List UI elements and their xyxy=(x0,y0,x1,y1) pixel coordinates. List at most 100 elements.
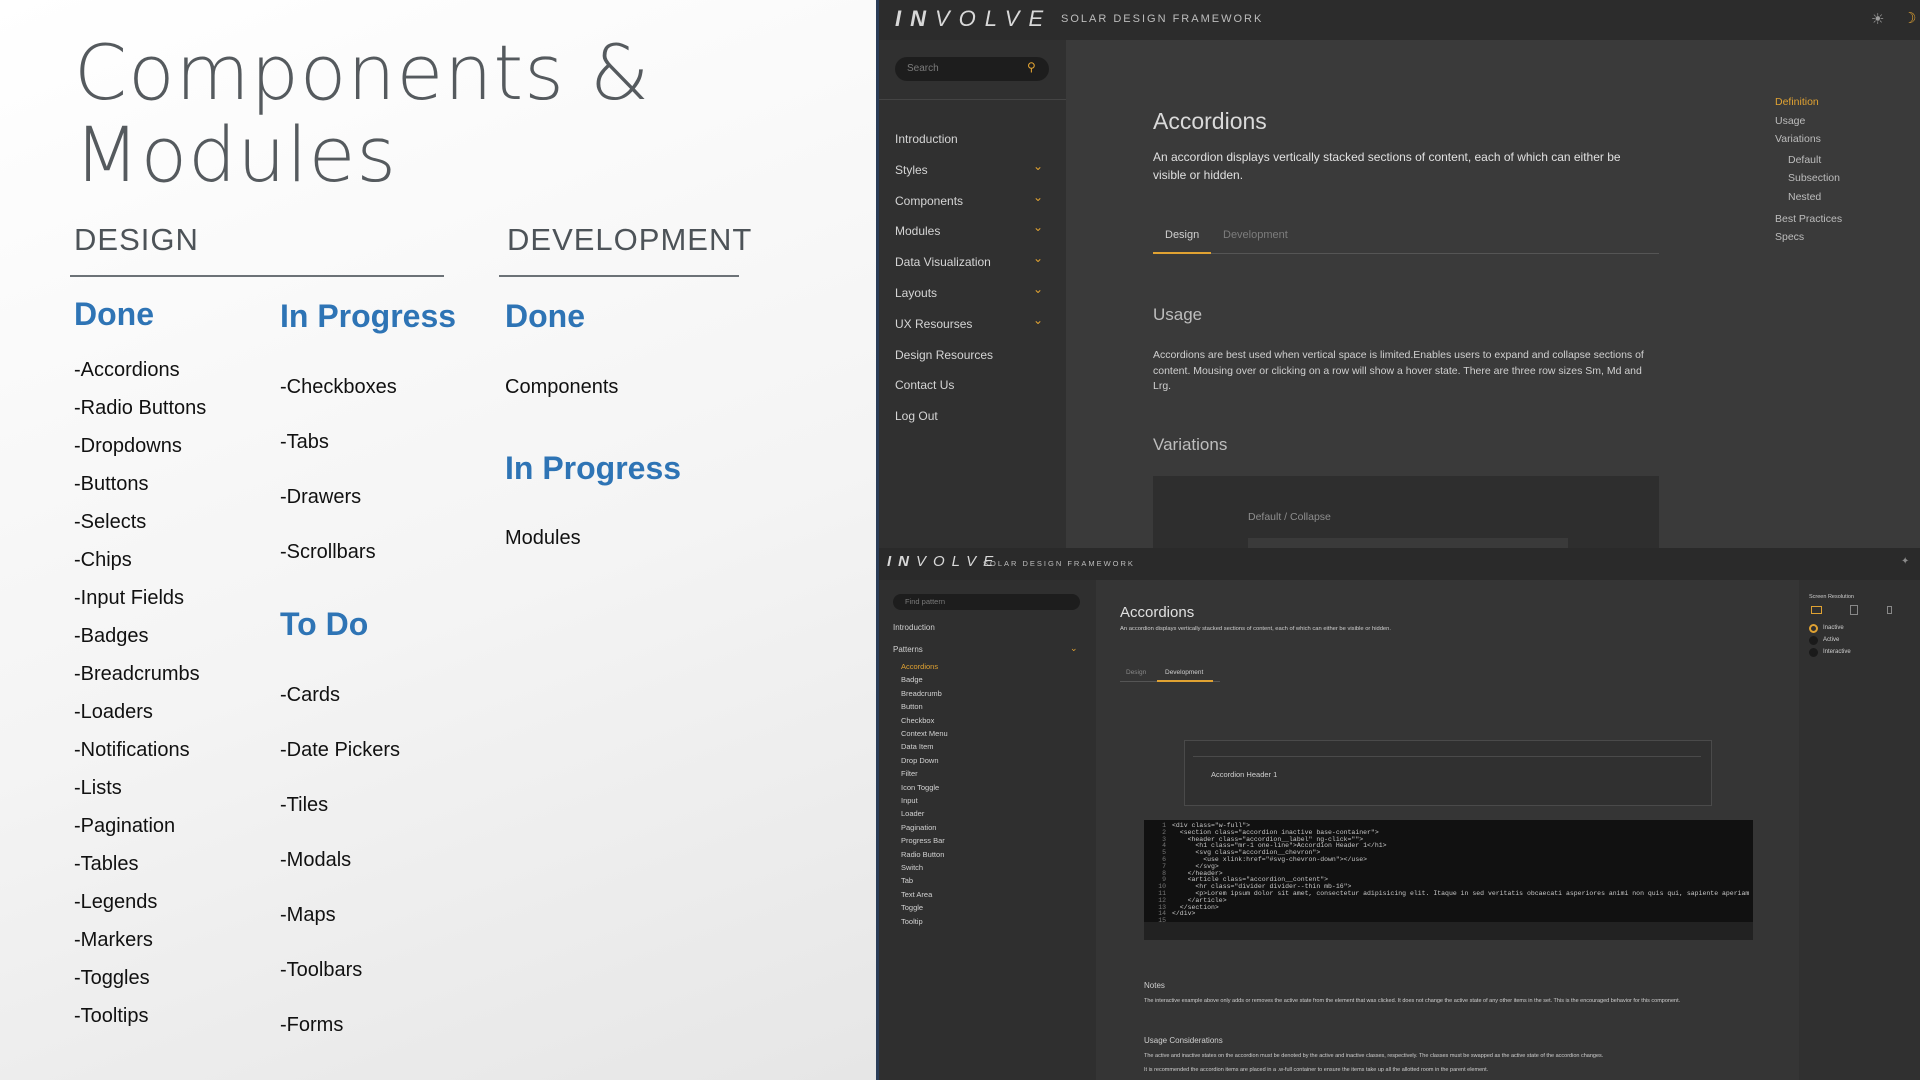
sidebar-item[interactable]: Contact Us xyxy=(895,378,954,392)
toc-item[interactable]: Usage xyxy=(1775,115,1805,127)
pattern-item[interactable]: Tab xyxy=(901,876,913,885)
design-done-item: -Lists xyxy=(74,777,122,799)
design-done-item: -Dropdowns xyxy=(74,435,182,457)
pattern-item[interactable]: Text Area xyxy=(901,890,932,899)
pattern-item[interactable]: Filter xyxy=(901,769,918,778)
design-docs-screenshot: INVOLVE SOLAR DESIGN FRAMEWORK ☀ ☽ Searc… xyxy=(879,0,1920,548)
search-icon[interactable]: ⚲ xyxy=(1027,60,1036,74)
tab-design[interactable]: Design xyxy=(1165,229,1199,241)
pattern-item[interactable]: Input xyxy=(901,796,918,805)
chevron-down-icon[interactable]: ⌄ xyxy=(1070,643,1078,654)
pattern-item[interactable]: Tooltip xyxy=(901,917,923,926)
chevron-down-icon[interactable]: ⌄ xyxy=(1033,220,1043,234)
bottom-header-bar: INVOLVE SOLAR DESIGN FRAMEWORK ✦ xyxy=(879,548,1920,580)
dev-tab-design[interactable]: Design xyxy=(1126,669,1146,676)
dev-page-description: An accordion displays vertically stacked… xyxy=(1120,626,1391,632)
desktop-icon[interactable] xyxy=(1811,606,1822,614)
variation-label: Default / Collapse xyxy=(1248,511,1331,523)
code-scrollbar[interactable] xyxy=(1144,922,1753,940)
sidebar-item[interactable]: Data Visualization xyxy=(895,255,991,269)
usage-considerations-text-1: The active and inactive states on the ac… xyxy=(1144,1053,1604,1059)
sidebar-intro[interactable]: Introduction xyxy=(893,623,935,632)
sidebar-item[interactable]: Layouts xyxy=(895,286,937,300)
chevron-down-icon[interactable]: ⌄ xyxy=(1033,159,1043,173)
design-in-progress-item: -Drawers xyxy=(280,486,362,508)
pattern-item[interactable]: Data Item xyxy=(901,742,934,751)
pattern-item[interactable]: Accordions xyxy=(901,662,938,671)
pattern-item[interactable]: Badge xyxy=(901,675,923,684)
design-done-item: -Legends xyxy=(74,891,158,913)
sidebar-patterns[interactable]: Patterns xyxy=(893,645,923,654)
design-heading: DESIGN xyxy=(74,222,199,257)
toc-item[interactable]: Default xyxy=(1788,154,1821,166)
code-line-text: </div> xyxy=(1172,910,1196,918)
sidebar-item[interactable]: Modules xyxy=(895,224,940,238)
design-done-item: -Radio Buttons xyxy=(74,397,207,419)
toc-item[interactable]: Subsection xyxy=(1788,172,1840,184)
slide-title-line2: Modules xyxy=(74,110,397,199)
pattern-item[interactable]: Icon Toggle xyxy=(901,783,939,792)
moon-icon[interactable]: ☽ xyxy=(1903,9,1916,27)
accordion-demo-divider xyxy=(1193,756,1701,757)
sidebar-item[interactable]: Log Out xyxy=(895,409,938,423)
design-done-item: -Markers xyxy=(74,929,153,951)
notes-text: The interactive example above only adds … xyxy=(1144,998,1681,1004)
search-input[interactable]: Search xyxy=(895,57,1049,81)
chevron-down-icon[interactable]: ⌄ xyxy=(1033,282,1043,296)
development-in-progress-heading: In Progress xyxy=(505,450,682,486)
sun-icon[interactable]: ☀ xyxy=(1871,10,1884,28)
pattern-sidebar: Find pattern Introduction Patterns ⌄ Acc… xyxy=(879,580,1096,1080)
toc-item[interactable]: Best Practices xyxy=(1775,213,1842,225)
code-snippet[interactable]: 1 <div class="w-full"> 2 <section class="a… xyxy=(1144,820,1753,922)
right-panel: Screen Resolution Inactive Active Interact… xyxy=(1799,580,1920,1080)
toc-item[interactable]: Nested xyxy=(1788,191,1821,203)
pattern-item[interactable]: Pagination xyxy=(901,823,936,832)
chevron-down-icon[interactable]: ⌄ xyxy=(1033,190,1043,204)
sidebar-item[interactable]: UX Resourses xyxy=(895,317,972,331)
pattern-search-input[interactable]: Find pattern xyxy=(893,594,1080,610)
state-radio[interactable] xyxy=(1809,636,1818,645)
code-line: 13 </section> xyxy=(1148,904,1749,912)
state-radio[interactable] xyxy=(1809,648,1818,657)
pattern-item[interactable]: Toggle xyxy=(901,903,923,912)
brand-subtitle: SOLAR DESIGN FRAMEWORK xyxy=(1061,13,1264,25)
chevron-down-icon[interactable]: ⌄ xyxy=(1033,313,1043,327)
state-label: Active xyxy=(1823,637,1840,643)
state-label: Interactive xyxy=(1823,649,1851,655)
accordion-preview-bar xyxy=(1248,538,1568,548)
pattern-item[interactable]: Drop Down xyxy=(901,756,939,765)
phone-icon[interactable] xyxy=(1887,606,1892,614)
design-in-progress-item: -Checkboxes xyxy=(280,376,397,398)
design-done-item: -Tooltips xyxy=(74,1005,149,1027)
pattern-item[interactable]: Checkbox xyxy=(901,716,934,725)
design-in-progress-item: -Scrollbars xyxy=(280,541,376,563)
toc-item[interactable]: Specs xyxy=(1775,231,1804,243)
settings-icon[interactable]: ✦ xyxy=(1901,556,1909,567)
dev-tab-development[interactable]: Development xyxy=(1165,669,1203,676)
pattern-item[interactable]: Button xyxy=(901,702,923,711)
toc-item[interactable]: Definition xyxy=(1775,96,1819,108)
sidebar-item[interactable]: Styles xyxy=(895,163,928,177)
toc-item[interactable]: Variations xyxy=(1775,133,1821,145)
pattern-item[interactable]: Switch xyxy=(901,863,923,872)
pattern-item[interactable]: Progress Bar xyxy=(901,836,945,845)
sidebar-item[interactable]: Components xyxy=(895,194,963,208)
pattern-item[interactable]: Context Menu xyxy=(901,729,948,738)
code-line: 12 </article> xyxy=(1148,897,1749,905)
design-todo-item: -Tiles xyxy=(280,794,329,816)
chevron-down-icon[interactable]: ⌄ xyxy=(1033,251,1043,265)
state-radio[interactable] xyxy=(1809,624,1818,633)
design-done-heading: Done xyxy=(74,296,154,332)
tab-development[interactable]: Development xyxy=(1223,229,1288,241)
sidebar-item[interactable]: Design Resources xyxy=(895,348,993,362)
pattern-item[interactable]: Breadcrumb xyxy=(901,689,942,698)
pattern-item[interactable]: Radio Button xyxy=(901,850,944,859)
pattern-item[interactable]: Loader xyxy=(901,809,924,818)
sidebar-item[interactable]: Introduction xyxy=(895,132,958,146)
tablet-icon[interactable] xyxy=(1850,605,1858,615)
accordion-demo[interactable]: Accordion Header 1 xyxy=(1184,740,1712,806)
design-rule xyxy=(70,275,444,277)
development-heading: DEVELOPMENT xyxy=(507,222,753,257)
design-done-item: -Toggles xyxy=(74,967,150,989)
slide-panel: Components & Modules DESIGN Done -Accord… xyxy=(0,0,876,1080)
